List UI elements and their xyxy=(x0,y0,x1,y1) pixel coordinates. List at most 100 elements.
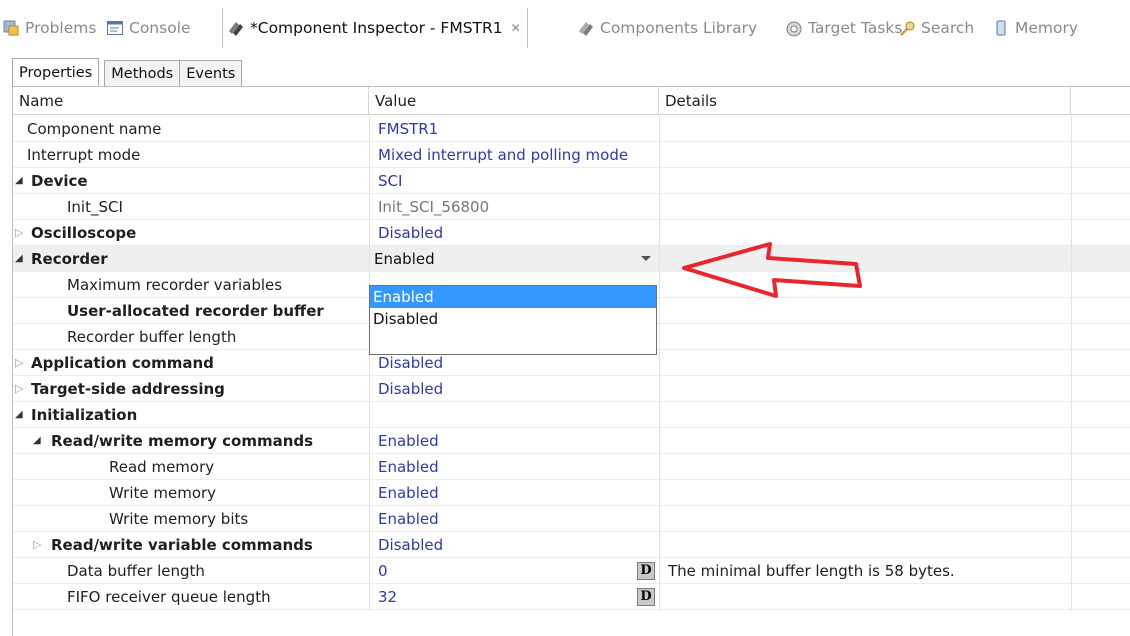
default-value-button[interactable]: D xyxy=(637,588,655,606)
property-value: Mixed interrupt and polling mode xyxy=(378,146,629,164)
collapsed-icon[interactable]: ▷ xyxy=(15,350,23,376)
property-value: Enabled xyxy=(378,510,439,528)
problems-icon xyxy=(3,20,19,36)
component-inspector-icon xyxy=(229,22,243,36)
property-name: Read/write variable commands xyxy=(51,536,313,554)
tab-methods[interactable]: Methods xyxy=(104,60,181,87)
table-row[interactable]: ◢ Device SCI xyxy=(13,168,1130,194)
tab-properties[interactable]: Properties xyxy=(12,58,100,87)
property-value: 32 xyxy=(378,588,398,606)
table-row[interactable]: Interrupt mode Mixed interrupt and polli… xyxy=(13,142,1130,168)
table-row-recorder[interactable]: ◢ Recorder Enabled xyxy=(13,246,1130,272)
property-name: FIFO receiver queue length xyxy=(67,588,271,606)
table-row[interactable]: Component name FMSTR1 xyxy=(13,116,1130,142)
inspector-sub-tabs: Properties Methods Events xyxy=(12,58,243,87)
table-row[interactable]: ◢ Initialization xyxy=(13,402,1130,428)
tab-events[interactable]: Events xyxy=(179,60,243,87)
property-name: Read memory xyxy=(109,458,215,476)
property-value: SCI xyxy=(378,172,403,190)
property-value: Enabled xyxy=(378,432,439,450)
tab-label: Methods xyxy=(111,66,174,82)
property-value: FMSTR1 xyxy=(378,120,439,138)
property-value: Disabled xyxy=(378,224,444,242)
property-name: Write memory bits xyxy=(109,510,249,528)
property-name: Application command xyxy=(31,354,214,372)
table-row[interactable]: Data buffer length 0 D The minimal buffe… xyxy=(13,558,1130,584)
table-header: Name Value Details xyxy=(13,87,1130,115)
collapsed-icon[interactable]: ▷ xyxy=(33,532,41,558)
properties-table: Name Value Details Component name FMSTR1… xyxy=(12,86,1130,636)
components-library-icon xyxy=(579,22,593,36)
table-row[interactable]: Read memory Enabled xyxy=(13,454,1130,480)
view-tab-bar: Problems Console *Component Inspector - … xyxy=(0,0,1130,62)
table-row[interactable]: Init_SCI Init_SCI_56800 xyxy=(13,194,1130,220)
tab-label: Events xyxy=(186,66,236,82)
console-icon xyxy=(107,21,123,35)
table-row[interactable]: ▷ Read/write variable commands Disabled xyxy=(13,532,1130,558)
tab-target-tasks[interactable]: Target Tasks xyxy=(783,8,904,48)
property-name: Write memory xyxy=(109,484,217,502)
tab-label: *Component Inspector - FMSTR1 xyxy=(250,19,503,37)
tab-label: Problems xyxy=(25,19,97,37)
memory-icon xyxy=(996,20,1006,36)
tab-label: Search xyxy=(921,19,975,37)
column-header-value[interactable]: Value xyxy=(369,87,659,115)
dropdown-option-disabled[interactable]: Disabled xyxy=(370,308,656,330)
tab-memory[interactable]: Memory xyxy=(990,8,1080,48)
property-name: Read/write memory commands xyxy=(51,432,314,450)
red-arrow-annotation xyxy=(682,242,862,298)
property-value: Enabled xyxy=(378,484,439,502)
table-row[interactable]: ▷ Oscilloscope Disabled xyxy=(13,220,1130,246)
property-details: The minimal buffer length is 58 bytes. xyxy=(668,562,955,580)
collapsed-icon[interactable]: ▷ xyxy=(15,220,23,246)
tab-label: Memory xyxy=(1015,19,1079,37)
property-name: Target-side addressing xyxy=(31,380,225,398)
target-tasks-icon xyxy=(786,21,802,37)
property-name: Data buffer length xyxy=(67,562,205,580)
property-name: Device xyxy=(31,172,88,190)
dropdown-option-enabled[interactable]: Enabled xyxy=(370,286,656,308)
property-name: Component name xyxy=(27,120,162,138)
table-row[interactable]: ◢ Read/write memory commands Enabled xyxy=(13,428,1130,454)
property-name: Oscilloscope xyxy=(31,224,137,242)
chevron-down-icon[interactable] xyxy=(641,256,651,261)
close-icon[interactable]: ✕ xyxy=(511,21,521,35)
property-name: Recorder buffer length xyxy=(67,328,237,346)
search-icon xyxy=(900,21,915,36)
tab-label: Properties xyxy=(19,65,93,81)
property-value: Disabled xyxy=(378,380,444,398)
table-row[interactable]: ▷ Target-side addressing Disabled xyxy=(13,376,1130,402)
tab-console[interactable]: Console xyxy=(104,8,193,48)
table-row[interactable]: Write memory bits Enabled xyxy=(13,506,1130,532)
table-body: Component name FMSTR1 Interrupt mode Mix… xyxy=(13,116,1130,610)
default-value-button[interactable]: D xyxy=(637,562,655,580)
tab-components-library[interactable]: Components Library xyxy=(575,8,759,48)
expanded-icon[interactable]: ◢ xyxy=(33,428,41,454)
expanded-icon[interactable]: ◢ xyxy=(15,246,23,272)
property-name: Maximum recorder variables xyxy=(67,276,283,294)
property-name: Interrupt mode xyxy=(27,146,141,164)
collapsed-icon[interactable]: ▷ xyxy=(15,376,23,402)
select-current-value: Enabled xyxy=(374,250,435,268)
property-value: Enabled xyxy=(378,458,439,476)
column-header-details[interactable]: Details xyxy=(659,87,1071,115)
tab-component-inspector[interactable]: *Component Inspector - FMSTR1 ✕ xyxy=(222,8,528,48)
tab-label: Console xyxy=(129,19,191,37)
property-name: User-allocated recorder buffer xyxy=(67,302,324,320)
expanded-icon[interactable]: ◢ xyxy=(15,168,23,194)
tab-problems[interactable]: Problems xyxy=(0,8,98,48)
tab-label: Components Library xyxy=(600,19,758,37)
property-name: Initialization xyxy=(31,406,138,424)
expanded-icon[interactable]: ◢ xyxy=(15,402,23,428)
column-header-name[interactable]: Name xyxy=(13,87,369,115)
recorder-select[interactable]: Enabled xyxy=(369,246,659,272)
table-row[interactable]: FIFO receiver queue length 32 D xyxy=(13,584,1130,610)
property-value: Init_SCI_56800 xyxy=(378,198,490,216)
recorder-dropdown-list: Enabled Disabled xyxy=(369,285,657,355)
property-name: Init_SCI xyxy=(67,198,123,216)
property-value: 0 xyxy=(378,562,388,580)
table-row[interactable]: Write memory Enabled xyxy=(13,480,1130,506)
tab-search[interactable]: Search xyxy=(896,8,976,48)
tab-label: Target Tasks xyxy=(808,19,903,37)
property-value: Disabled xyxy=(378,536,444,554)
